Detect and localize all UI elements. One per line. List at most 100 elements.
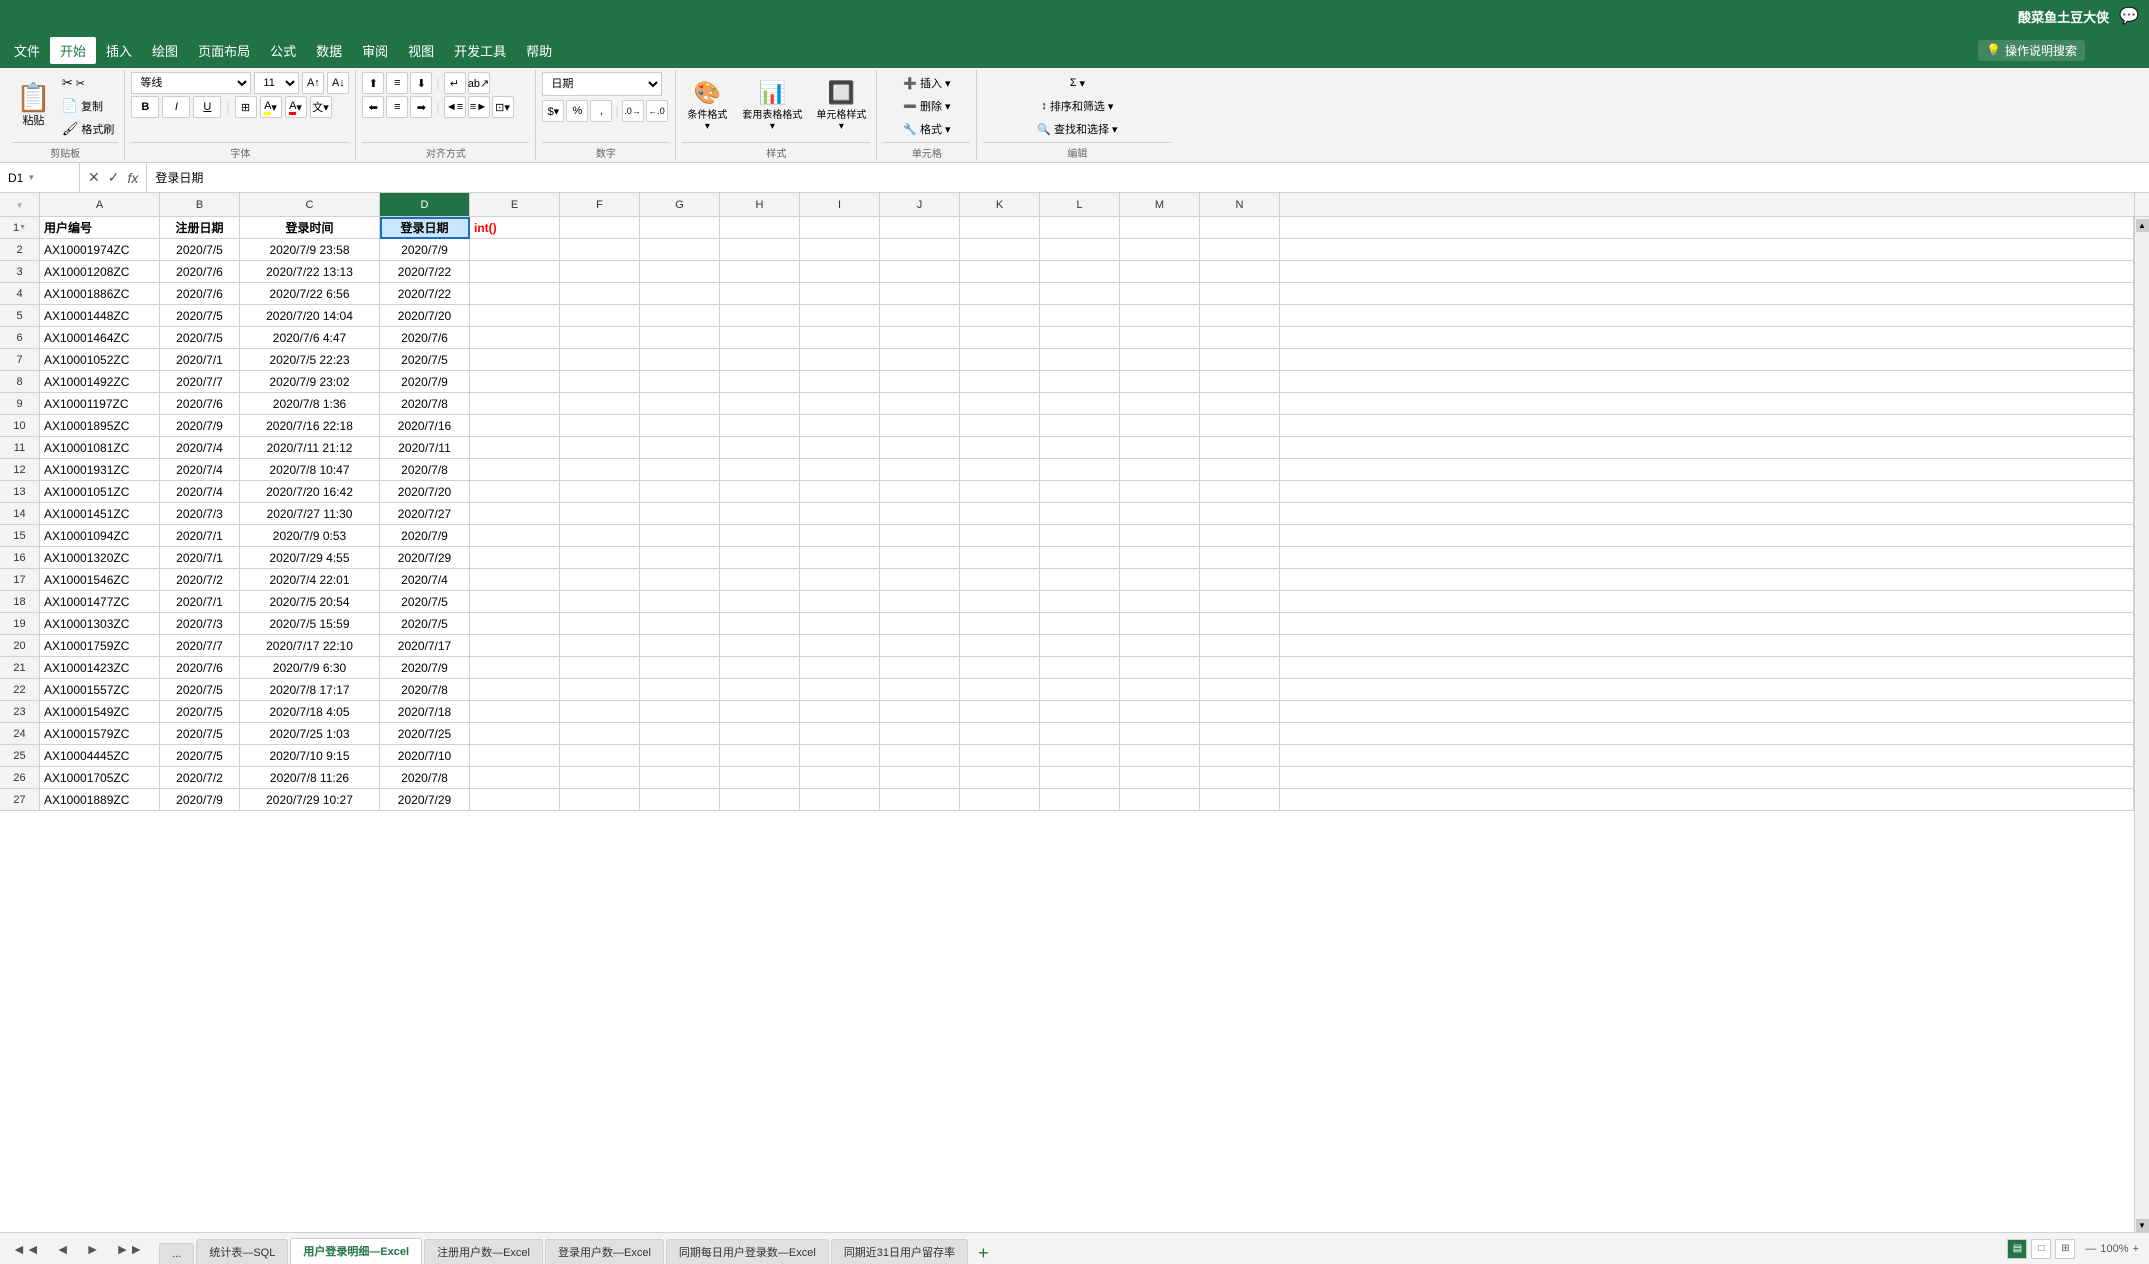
top-align-button[interactable]: ⬆ <box>362 72 384 94</box>
cell-I10[interactable] <box>800 415 880 437</box>
cell-I26[interactable] <box>800 767 880 789</box>
cell-B12[interactable]: 2020/7/4 <box>160 459 240 481</box>
cell-K18[interactable] <box>960 591 1040 613</box>
cell-G18[interactable] <box>640 591 720 613</box>
cell-M25[interactable] <box>1120 745 1200 767</box>
cell-A1[interactable]: 用户编号 <box>40 217 160 239</box>
cell-C1[interactable]: 登录时间 <box>240 217 380 239</box>
row-header-22[interactable]: 22 <box>0 679 40 701</box>
cell-I23[interactable] <box>800 701 880 723</box>
cell-K16[interactable] <box>960 547 1040 569</box>
cell-J17[interactable] <box>880 569 960 591</box>
cell-C24[interactable]: 2020/7/25 1:03 <box>240 723 380 745</box>
indent-decrease-button[interactable]: ◄≡ <box>444 96 466 118</box>
cell-H20[interactable] <box>720 635 800 657</box>
cell-M27[interactable] <box>1120 789 1200 811</box>
cell-N7[interactable] <box>1200 349 1280 371</box>
cell-D4[interactable]: 2020/7/22 <box>380 283 470 305</box>
cell-H3[interactable] <box>720 261 800 283</box>
cell-B11[interactable]: 2020/7/4 <box>160 437 240 459</box>
cell-H13[interactable] <box>720 481 800 503</box>
cell-G27[interactable] <box>640 789 720 811</box>
cell-A7[interactable]: AX10001052ZC <box>40 349 160 371</box>
row-header-15[interactable]: 15 <box>0 525 40 547</box>
cell-I9[interactable] <box>800 393 880 415</box>
col-header-f[interactable]: F <box>560 193 640 217</box>
decrease-font-button[interactable]: A↓ <box>327 72 349 94</box>
cell-L3[interactable] <box>1040 261 1120 283</box>
cell-E13[interactable] <box>470 481 560 503</box>
cell-L26[interactable] <box>1040 767 1120 789</box>
cell-I24[interactable] <box>800 723 880 745</box>
cell-C2[interactable]: 2020/7/9 23:58 <box>240 239 380 261</box>
normal-view-button[interactable]: ▤ <box>2007 1239 2027 1259</box>
row-header-27[interactable]: 27 <box>0 789 40 811</box>
cell-H16[interactable] <box>720 547 800 569</box>
cell-extra-18[interactable] <box>1280 591 2134 613</box>
cell-M20[interactable] <box>1120 635 1200 657</box>
cell-D14[interactable]: 2020/7/27 <box>380 503 470 525</box>
cell-D11[interactable]: 2020/7/11 <box>380 437 470 459</box>
row-header-10[interactable]: 10 <box>0 415 40 437</box>
cell-extra-4[interactable] <box>1280 283 2134 305</box>
cell-L7[interactable] <box>1040 349 1120 371</box>
cell-I27[interactable] <box>800 789 880 811</box>
cell-E1[interactable]: int() <box>470 217 560 239</box>
cell-G17[interactable] <box>640 569 720 591</box>
cell-N1[interactable] <box>1200 217 1280 239</box>
cell-D2[interactable]: 2020/7/9 <box>380 239 470 261</box>
cell-I15[interactable] <box>800 525 880 547</box>
cell-B5[interactable]: 2020/7/5 <box>160 305 240 327</box>
cell-C26[interactable]: 2020/7/8 11:26 <box>240 767 380 789</box>
menu-item-home[interactable]: 开始 <box>50 37 96 64</box>
format-cells-button[interactable]: 🔧 格式 ▾ <box>899 118 954 140</box>
cell-G16[interactable] <box>640 547 720 569</box>
cell-A22[interactable]: AX10001557ZC <box>40 679 160 701</box>
menu-item-review[interactable]: 审阅 <box>352 37 398 64</box>
cell-B21[interactable]: 2020/7/6 <box>160 657 240 679</box>
cell-C27[interactable]: 2020/7/29 10:27 <box>240 789 380 811</box>
cell-H8[interactable] <box>720 371 800 393</box>
cell-B7[interactable]: 2020/7/1 <box>160 349 240 371</box>
cell-I11[interactable] <box>800 437 880 459</box>
cell-D5[interactable]: 2020/7/20 <box>380 305 470 327</box>
menu-item-layout[interactable]: 页面布局 <box>188 37 260 64</box>
cell-B22[interactable]: 2020/7/5 <box>160 679 240 701</box>
cell-extra-10[interactable] <box>1280 415 2134 437</box>
cell-M5[interactable] <box>1120 305 1200 327</box>
cell-B1[interactable]: 注册日期 <box>160 217 240 239</box>
cell-D24[interactable]: 2020/7/25 <box>380 723 470 745</box>
cell-D3[interactable]: 2020/7/22 <box>380 261 470 283</box>
cell-D6[interactable]: 2020/7/6 <box>380 327 470 349</box>
cell-C10[interactable]: 2020/7/16 22:18 <box>240 415 380 437</box>
cell-B6[interactable]: 2020/7/5 <box>160 327 240 349</box>
cell-extra-22[interactable] <box>1280 679 2134 701</box>
cell-extra-23[interactable] <box>1280 701 2134 723</box>
cell-E24[interactable] <box>470 723 560 745</box>
increase-font-button[interactable]: A↑ <box>302 72 324 94</box>
cell-D21[interactable]: 2020/7/9 <box>380 657 470 679</box>
cell-H19[interactable] <box>720 613 800 635</box>
cell-M6[interactable] <box>1120 327 1200 349</box>
cell-H21[interactable] <box>720 657 800 679</box>
center-align-button[interactable]: ≡ <box>386 96 408 118</box>
cell-J22[interactable] <box>880 679 960 701</box>
cell-A14[interactable]: AX10001451ZC <box>40 503 160 525</box>
cell-E6[interactable] <box>470 327 560 349</box>
cell-J18[interactable] <box>880 591 960 613</box>
cell-C20[interactable]: 2020/7/17 22:10 <box>240 635 380 657</box>
cell-M24[interactable] <box>1120 723 1200 745</box>
menu-item-insert[interactable]: 插入 <box>96 37 142 64</box>
cell-L2[interactable] <box>1040 239 1120 261</box>
sheet-tab-active[interactable]: 用户登录明细—Excel <box>290 1238 422 1264</box>
cell-I4[interactable] <box>800 283 880 305</box>
cell-G25[interactable] <box>640 745 720 767</box>
number-format-select[interactable]: 日期 <box>542 72 662 96</box>
row-header-13[interactable]: 13 <box>0 481 40 503</box>
cell-H25[interactable] <box>720 745 800 767</box>
row-header-6[interactable]: 6 <box>0 327 40 349</box>
cell-F20[interactable] <box>560 635 640 657</box>
cell-L25[interactable] <box>1040 745 1120 767</box>
cell-B3[interactable]: 2020/7/6 <box>160 261 240 283</box>
row-header-8[interactable]: 8 <box>0 371 40 393</box>
